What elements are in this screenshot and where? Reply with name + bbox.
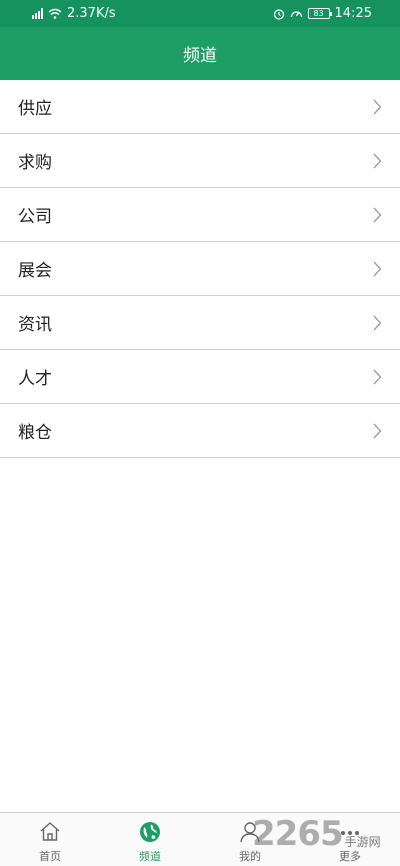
- list-item-talent[interactable]: 人才: [0, 350, 400, 404]
- channel-list: 供应 求购 公司 展会 资讯 人才 粮仓: [0, 80, 400, 458]
- status-bar-left: 2.37K/s: [32, 6, 116, 21]
- tab-home[interactable]: 首页: [0, 813, 100, 866]
- tab-more[interactable]: 更多: [300, 813, 400, 866]
- app-header: 频道: [0, 27, 400, 80]
- wifi-icon: [48, 8, 62, 19]
- chevron-right-icon: [373, 261, 382, 276]
- speedometer-icon: [290, 10, 302, 17]
- home-icon: [40, 822, 60, 841]
- alarm-icon: [273, 8, 284, 20]
- page-title: 频道: [183, 46, 217, 66]
- tab-label: 更多: [339, 850, 361, 863]
- tab-label: 首页: [39, 850, 61, 863]
- list-item-news[interactable]: 资讯: [0, 296, 400, 350]
- list-item-label: 人才: [18, 369, 52, 389]
- tab-mine[interactable]: 我的: [200, 813, 300, 866]
- list-item-company[interactable]: 公司: [0, 188, 400, 242]
- chevron-right-icon: [373, 315, 382, 330]
- tab-channel[interactable]: 频道: [100, 813, 200, 866]
- tab-label: 频道: [139, 850, 161, 863]
- status-bar-right: 83 14:25: [273, 6, 372, 21]
- list-item-supply[interactable]: 供应: [0, 80, 400, 134]
- globe-icon: [140, 822, 160, 842]
- list-item-label: 资讯: [18, 315, 52, 335]
- signal-icon: [32, 8, 43, 19]
- list-item-granary[interactable]: 粮仓: [0, 404, 400, 458]
- list-item-label: 求购: [18, 153, 52, 173]
- battery-icon: 83: [307, 8, 332, 19]
- list-item-label: 粮仓: [18, 423, 52, 443]
- more-icon: [341, 831, 359, 835]
- battery-level: 83: [313, 9, 324, 18]
- clock: 14:25: [334, 6, 372, 21]
- list-item-label: 供应: [18, 99, 52, 119]
- user-icon: [240, 822, 260, 843]
- chevron-right-icon: [373, 99, 382, 114]
- list-item-label: 公司: [18, 207, 52, 227]
- chevron-right-icon: [373, 207, 382, 222]
- list-item-exhibition[interactable]: 展会: [0, 242, 400, 296]
- status-bar: 2.37K/s 83 14:25: [0, 0, 400, 27]
- chevron-right-icon: [373, 423, 382, 438]
- list-item-purchase[interactable]: 求购: [0, 134, 400, 188]
- list-item-label: 展会: [18, 261, 52, 281]
- tab-label: 我的: [239, 850, 261, 863]
- chevron-right-icon: [373, 153, 382, 168]
- chevron-right-icon: [373, 369, 382, 384]
- bottom-tab-bar: 首页 频道 我的 更多: [0, 812, 400, 866]
- network-speed: 2.37K/s: [67, 6, 116, 21]
